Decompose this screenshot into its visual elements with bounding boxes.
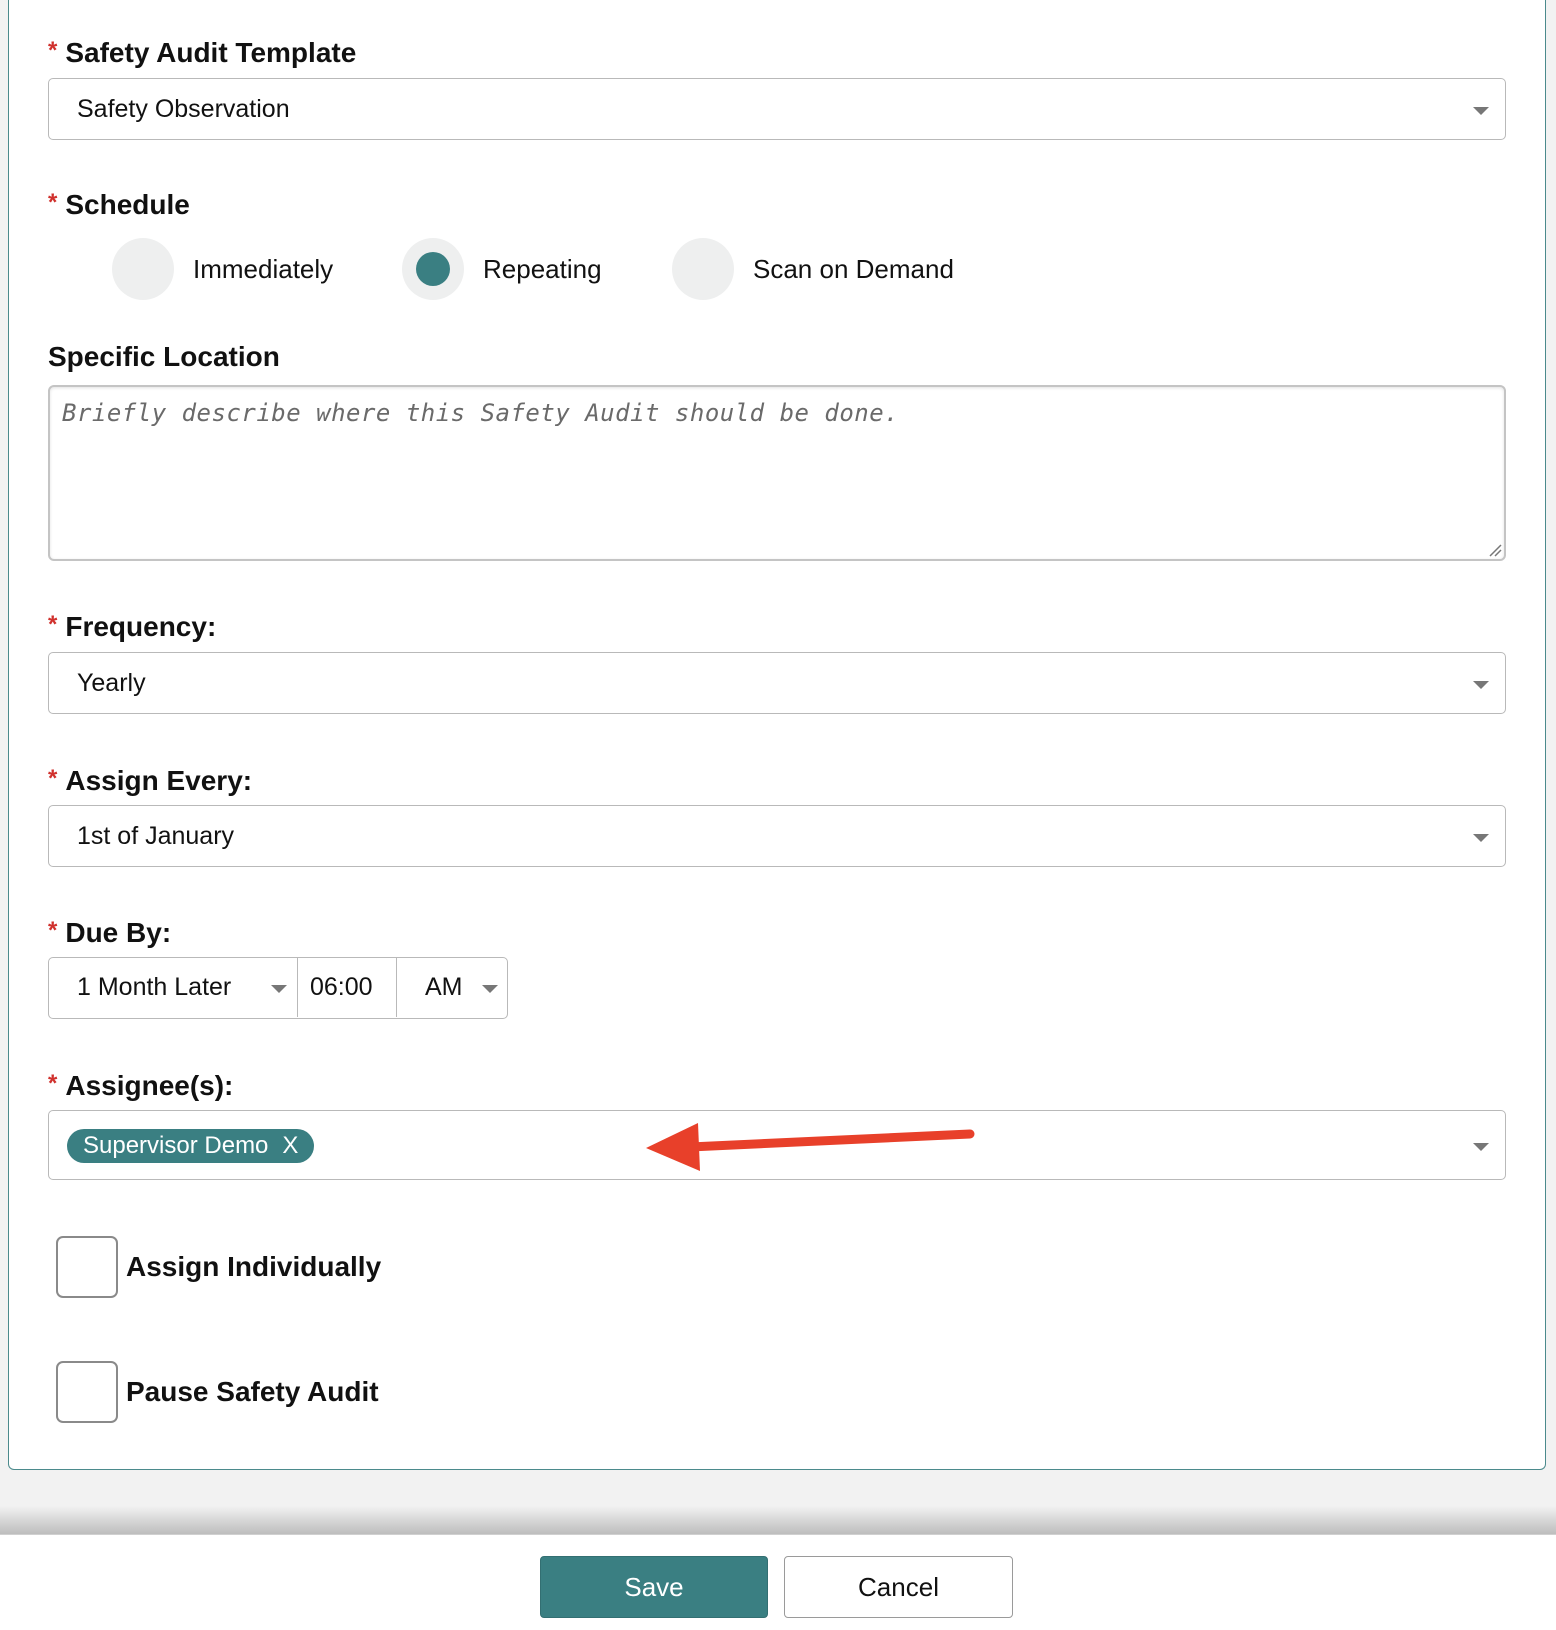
required-marker: * bbox=[48, 1070, 58, 1097]
footer-divider bbox=[0, 1506, 1556, 1534]
radio-label: Repeating bbox=[483, 254, 602, 284]
assign-individually-checkbox[interactable] bbox=[56, 1236, 118, 1298]
radio-button[interactable] bbox=[402, 238, 464, 300]
assign-every-select[interactable]: 1st of January bbox=[48, 805, 1506, 867]
pause-audit-label: Pause Safety Audit bbox=[126, 1376, 379, 1407]
frequency-label-text: Frequency: bbox=[65, 611, 217, 642]
radio-button[interactable] bbox=[112, 238, 174, 300]
required-marker: * bbox=[48, 189, 58, 216]
assignees-label-text: Assignee(s): bbox=[65, 1070, 234, 1101]
assign-every-select-value: 1st of January bbox=[77, 822, 235, 850]
chevron-down-icon bbox=[1473, 107, 1489, 115]
chevron-down-icon bbox=[482, 985, 498, 993]
location-label-text: Specific Location bbox=[48, 341, 280, 372]
due-meridiem-select[interactable]: AM bbox=[397, 958, 507, 1017]
due-by-label-text: Due By: bbox=[65, 917, 172, 948]
required-marker: * bbox=[48, 37, 58, 64]
location-label: Specific Location bbox=[48, 340, 280, 374]
radio-button[interactable] bbox=[672, 238, 734, 300]
assign-every-label: * Assign Every: bbox=[48, 762, 252, 798]
due-meridiem-value: AM bbox=[425, 973, 463, 1001]
due-offset-value: 1 Month Later bbox=[77, 973, 232, 1001]
chevron-down-icon bbox=[1473, 834, 1489, 842]
footer-bar bbox=[0, 1534, 1556, 1630]
due-time-input[interactable]: 06:00 bbox=[297, 958, 397, 1017]
frequency-select[interactable]: Yearly bbox=[48, 652, 1506, 714]
pause-audit-checkbox[interactable] bbox=[56, 1361, 118, 1423]
location-placeholder: Briefly describe where this Safety Audit… bbox=[62, 399, 900, 427]
due-offset-select[interactable]: 1 Month Later bbox=[49, 958, 297, 1017]
chevron-down-icon bbox=[271, 985, 287, 993]
frequency-select-value: Yearly bbox=[77, 669, 146, 697]
assignees-label: * Assignee(s): bbox=[48, 1067, 233, 1103]
assign-every-label-text: Assign Every: bbox=[65, 765, 253, 796]
template-select-value: Safety Observation bbox=[77, 95, 290, 123]
radio-label: Immediately bbox=[193, 254, 334, 284]
remove-assignee-icon[interactable]: X bbox=[282, 1132, 298, 1159]
radio-label: Scan on Demand bbox=[753, 254, 954, 284]
assign-individually-label: Assign Individually bbox=[126, 1251, 382, 1282]
template-label: * Safety Audit Template bbox=[48, 34, 356, 70]
template-label-text: Safety Audit Template bbox=[65, 37, 357, 68]
due-time-value: 06:00 bbox=[310, 973, 373, 1001]
schedule-label-text: Schedule bbox=[65, 189, 190, 220]
annotation-arrow-icon bbox=[646, 1123, 975, 1171]
template-select[interactable]: Safety Observation bbox=[48, 78, 1506, 140]
chevron-down-icon bbox=[1473, 681, 1489, 689]
assignee-chip: Supervisor Demo X bbox=[67, 1129, 315, 1163]
required-marker: * bbox=[48, 765, 58, 792]
due-by-label: * Due By: bbox=[48, 914, 171, 950]
required-marker: * bbox=[48, 611, 58, 638]
frequency-label: * Frequency: bbox=[48, 608, 216, 644]
cancel-button[interactable]: Cancel bbox=[784, 1556, 1013, 1618]
chevron-down-icon bbox=[1473, 1143, 1489, 1151]
resize-handle-icon[interactable] bbox=[1486, 541, 1502, 557]
save-button[interactable]: Save bbox=[540, 1556, 768, 1618]
required-marker: * bbox=[48, 917, 58, 944]
schedule-label: * Schedule bbox=[48, 186, 190, 222]
due-by-group: 1 Month Later 06:00 AM bbox=[48, 957, 508, 1019]
location-textarea[interactable]: Briefly describe where this Safety Audit… bbox=[48, 385, 1506, 561]
assignee-chip-label: Supervisor Demo bbox=[83, 1132, 269, 1159]
radio-selected-dot bbox=[416, 252, 450, 286]
